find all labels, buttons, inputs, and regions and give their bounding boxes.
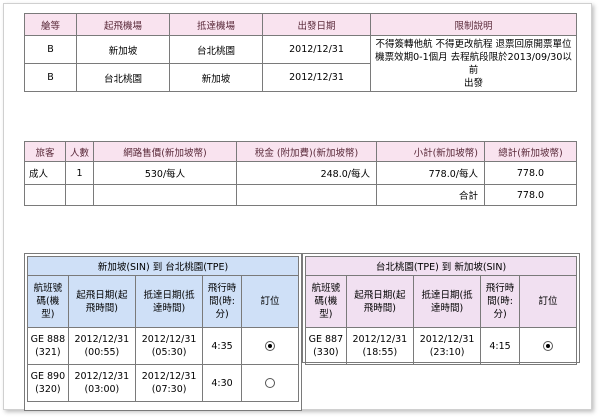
total-amount: 778.0	[484, 161, 577, 185]
flight-duration: 4:35	[202, 327, 242, 365]
header-depart-time: 起飛日期(起 飛時間)	[67, 275, 136, 328]
flight-number: GE 888 (321)	[27, 327, 69, 365]
table-row: 合計 778.0	[24, 184, 577, 206]
arrive-time: 2012/12/31 (23:10)	[412, 327, 482, 365]
header-depart-time: 起飛日期(起 飛時間)	[345, 275, 414, 328]
subtotal-amount: 778.0/每人	[376, 161, 485, 185]
return-flights-table: 台北桃園(TPE) 到 新加坡(SIN) 航班號 碼(機 型) 起飛日期(起 飛…	[305, 256, 578, 365]
header-count: 人數	[65, 141, 94, 162]
flight-duration: 4:30	[202, 364, 242, 402]
arrival-airport: 台北桃園	[169, 35, 263, 64]
header-tax: 稅金 (附加費)(新加坡幣)	[236, 141, 377, 162]
sum-label: 合計	[376, 184, 485, 206]
table-row: 成人 1 530/每人 248.0/每人 778.0/每人 778.0	[24, 161, 577, 185]
flight-number: GE 890 (320)	[27, 364, 69, 402]
header-departure-airport: 起飛機場	[76, 13, 170, 36]
header-cabin-class: 艙等	[24, 13, 77, 36]
table-row: B 新加坡 台北桃園 2012/12/31 不得簽轉他航 不得更改航程 退票回原…	[24, 35, 577, 92]
header-duration: 飛行時 間(時: 分)	[480, 275, 520, 328]
table-row: GE 887 (330) 2012/12/31 (18:55) 2012/12/…	[305, 327, 578, 365]
outbound-flights-table: 新加坡(SIN) 到 台北桃園(TPE) 航班號 碼(機 型) 起飛日期(起 飛…	[27, 256, 300, 402]
header-passenger: 旅客	[24, 141, 66, 162]
sum-value: 778.0	[484, 184, 577, 206]
header-book: 訂位	[518, 275, 578, 328]
flight-select-radio[interactable]	[542, 341, 553, 351]
cabin-class: B	[24, 63, 77, 92]
arrive-time: 2012/12/31 (07:30)	[134, 364, 204, 402]
header-fare: 網路售價(新加坡幣)	[93, 141, 237, 162]
passenger-count: 1	[65, 161, 94, 185]
depart-time: 2012/12/31 (00:55)	[67, 327, 136, 365]
header-book: 訂位	[240, 275, 300, 328]
flight-duration: 4:15	[480, 327, 520, 365]
header-total: 總計(新加坡幣)	[484, 141, 577, 162]
table-row: GE 888 (321) 2012/12/31 (00:55) 2012/12/…	[27, 327, 300, 365]
header-departure-date: 出發日期	[262, 13, 371, 36]
header-arrive-time: 抵達日期(抵 達時間)	[134, 275, 204, 328]
return-route-title: 台北桃園(TPE) 到 新加坡(SIN)	[305, 256, 577, 276]
tax-amount: 248.0/每人	[236, 161, 377, 185]
fare-pricing-table: 旅客 人數 網路售價(新加坡幣) 稅金 (附加費)(新加坡幣) 小計(新加坡幣)…	[24, 141, 577, 206]
header-subtotal: 小計(新加坡幣)	[376, 141, 485, 162]
return-flights-panel: 台北桃園(TPE) 到 新加坡(SIN) 航班號 碼(機 型) 起飛日期(起 飛…	[302, 253, 580, 365]
header-restrictions: 限制說明	[370, 13, 577, 36]
departure-date: 2012/12/31	[262, 63, 371, 92]
departure-airport: 台北桃園	[76, 63, 170, 92]
departure-date: 2012/12/31	[262, 35, 371, 64]
cabin-class: B	[24, 35, 77, 64]
header-flight-number: 航班號 碼(機 型)	[27, 275, 69, 328]
header-duration: 飛行時 間(時: 分)	[202, 275, 242, 328]
table-row: GE 890 (320) 2012/12/31 (03:00) 2012/12/…	[27, 364, 300, 402]
header-flight-number: 航班號 碼(機 型)	[305, 275, 347, 328]
flight-select-radio[interactable]	[264, 341, 275, 351]
passenger-type: 成人	[24, 161, 66, 185]
depart-time: 2012/12/31 (18:55)	[345, 327, 414, 365]
fare-amount: 530/每人	[93, 161, 237, 185]
depart-time: 2012/12/31 (03:00)	[67, 364, 136, 402]
departure-airport: 新加坡	[76, 35, 170, 64]
fare-restrictions-table: 艙等 起飛機場 抵達機場 出發日期 限制說明 B 新加坡 台北桃園 2012/1…	[24, 13, 577, 92]
outbound-flights-panel: 新加坡(SIN) 到 台北桃園(TPE) 航班號 碼(機 型) 起飛日期(起 飛…	[24, 253, 302, 411]
flight-number: GE 887 (330)	[305, 327, 347, 365]
flight-select-radio[interactable]	[264, 378, 275, 388]
arrive-time: 2012/12/31 (05:30)	[134, 327, 204, 365]
outbound-route-title: 新加坡(SIN) 到 台北桃園(TPE)	[27, 256, 299, 276]
header-arrival-airport: 抵達機場	[169, 13, 263, 36]
restriction-note: 不得簽轉他航 不得更改航程 退票回原開票單位 機票效期0-1個月 去程航段限於2…	[370, 35, 577, 92]
arrival-airport: 新加坡	[169, 63, 263, 92]
header-arrive-time: 抵達日期(抵 達時間)	[412, 275, 482, 328]
